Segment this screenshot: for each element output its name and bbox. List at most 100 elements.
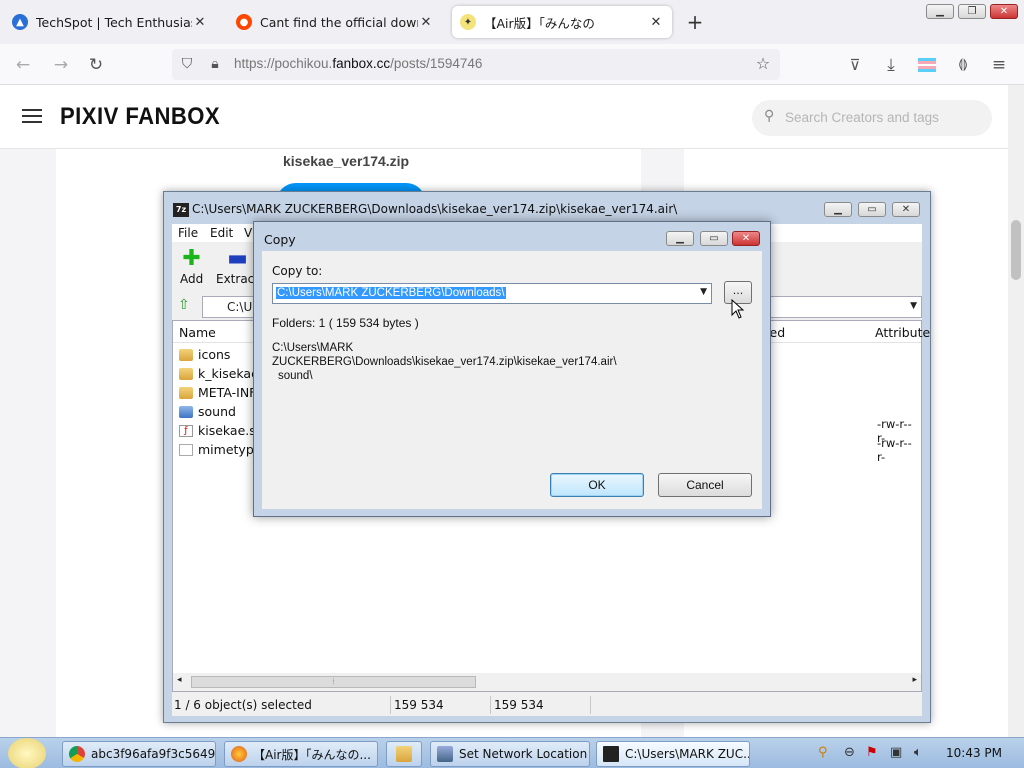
- file-name: META-INF: [198, 385, 257, 400]
- hamburger-menu-icon[interactable]: [22, 109, 42, 125]
- scrollbar-thumb[interactable]: ⦙: [191, 676, 476, 688]
- clock[interactable]: 10:43 PM: [946, 746, 1002, 760]
- close-button[interactable]: ✕: [732, 231, 760, 246]
- ublock-icon[interactable]: ⟬⟭: [952, 54, 974, 76]
- restore-browser-button[interactable]: ❐: [958, 4, 986, 19]
- add-button[interactable]: ✚ Add: [180, 246, 203, 286]
- status-divider: [390, 696, 391, 714]
- up-folder-icon[interactable]: ⇧: [178, 297, 190, 313]
- shield-icon[interactable]: ⛉: [176, 53, 198, 75]
- copy-to-label: Copy to:: [272, 264, 323, 278]
- mouse-cursor-icon: [731, 299, 745, 319]
- search-tray-icon[interactable]: ⚲: [818, 745, 828, 760]
- tab-reddit[interactable]: ● Cant find the official download ✕: [228, 6, 442, 38]
- dialog-title: Copy: [264, 232, 296, 247]
- pocket-icon[interactable]: ⊽: [844, 54, 866, 76]
- close-tab-icon[interactable]: ✕: [648, 15, 664, 30]
- source-path: C:\Users\MARK ZUCKERBERG\Downloads\kisek…: [272, 341, 692, 383]
- browser-tab-strip: ▲ TechSpot | Tech Enthusiasts, Po ✕ ● Ca…: [0, 0, 1024, 44]
- lock-icon[interactable]: 🔒︎: [204, 53, 226, 75]
- search-placeholder: Search Creators and tags: [785, 110, 939, 125]
- maximize-button[interactable]: ▭: [700, 231, 728, 246]
- 7zip-icon: 7z: [173, 203, 189, 217]
- start-button[interactable]: [8, 738, 46, 768]
- tab-fanbox[interactable]: ✦ 【Air版】「みんなの ✕: [452, 6, 672, 38]
- status-packed: 159 534: [494, 698, 544, 712]
- menu-file[interactable]: File: [178, 226, 198, 240]
- url-bar[interactable]: ⛉ 🔒︎ https://pochikou.fanbox.cc/posts/15…: [172, 49, 780, 80]
- tab-techspot[interactable]: ▲ TechSpot | Tech Enthusiasts, Po ✕: [4, 6, 216, 38]
- status-divider: [490, 696, 491, 714]
- chevron-down-icon[interactable]: ▼: [910, 301, 917, 311]
- close-tab-icon[interactable]: ✕: [192, 15, 208, 30]
- folder-icon: [179, 367, 193, 380]
- tab-title: TechSpot | Tech Enthusiasts, Po: [36, 14, 192, 30]
- column-name[interactable]: Name: [179, 325, 216, 340]
- horizontal-scrollbar[interactable]: ◂ ⦙ ▸: [173, 673, 921, 691]
- tab-title: 【Air版】「みんなの: [484, 15, 595, 31]
- back-icon[interactable]: ←: [12, 54, 34, 76]
- url-text[interactable]: https://pochikou.fanbox.cc/posts/1594746: [234, 56, 482, 71]
- new-tab-button[interactable]: +: [684, 12, 706, 34]
- download-icon[interactable]: ⤓: [880, 54, 902, 76]
- search-icon: ⚲: [764, 108, 775, 124]
- maximize-button[interactable]: ▭: [858, 202, 886, 217]
- file-name: sound: [198, 404, 236, 419]
- copy-to-combobox[interactable]: C:\Users\MARK ZUCKERBERG\Downloads\ ▼: [272, 283, 712, 304]
- taskbar-item-7zip[interactable]: C:\Users\MARK ZUC...: [596, 741, 750, 767]
- page-scrollbar[interactable]: [1008, 85, 1024, 737]
- close-browser-button[interactable]: ✕: [990, 4, 1018, 19]
- menu-view[interactable]: V: [244, 226, 252, 240]
- folder-icon: [179, 405, 193, 418]
- taskbar-item-label: Set Network Location: [459, 747, 588, 761]
- explorer-icon: [396, 746, 412, 762]
- fanbox-header: PIXIV FANBOX ⚲ Search Creators and tags: [0, 85, 1008, 149]
- file-name: mimetype: [198, 442, 262, 457]
- scroll-left-icon[interactable]: ◂: [177, 675, 182, 685]
- minimize-button[interactable]: ▁: [666, 231, 694, 246]
- cancel-button[interactable]: Cancel: [658, 473, 752, 497]
- browser-nav-bar: ← → ↻ ⛉ 🔒︎ https://pochikou.fanbox.cc/po…: [0, 44, 1024, 85]
- menu-icon[interactable]: ≡: [988, 54, 1010, 76]
- close-tab-icon[interactable]: ✕: [418, 15, 434, 30]
- tab-title: Cant find the official download: [260, 14, 418, 30]
- folders-info: Folders: 1 ( 159 534 bytes ): [272, 316, 419, 330]
- copy-dialog: Copy ▁ ▭ ✕ Copy to: C:\Users\MARK ZUCKER…: [253, 221, 771, 517]
- firefox-icon: [231, 746, 247, 762]
- fanbox-logo[interactable]: PIXIV FANBOX: [60, 103, 220, 131]
- column-attributes[interactable]: Attribute: [875, 325, 930, 340]
- search-input[interactable]: ⚲ Search Creators and tags: [752, 100, 992, 136]
- extension-icon[interactable]: [916, 54, 938, 76]
- ok-button[interactable]: OK: [550, 473, 644, 497]
- source-path-line: sound\: [278, 370, 313, 382]
- reload-icon[interactable]: ↻: [85, 54, 107, 76]
- status-size: 159 534: [394, 698, 444, 712]
- taskbar-item-firefox[interactable]: 【Air版】「みんなの...: [224, 741, 378, 767]
- taskbar-item-label: C:\Users\MARK ZUC...: [625, 747, 750, 761]
- taskbar-item-explorer[interactable]: [386, 741, 422, 767]
- reddit-icon: ●: [236, 14, 252, 30]
- 7zip-icon: [603, 746, 619, 762]
- scroll-right-icon[interactable]: ▸: [912, 675, 917, 685]
- address-text: C:\U: [227, 300, 253, 314]
- close-button[interactable]: ✕: [892, 202, 920, 217]
- minimize-button[interactable]: ▁: [824, 202, 852, 217]
- status-bar: 1 / 6 object(s) selected 159 534 159 534: [172, 694, 922, 716]
- volume-icon[interactable]: 🔈︎: [914, 745, 922, 760]
- menu-edit[interactable]: Edit: [210, 226, 233, 240]
- minimize-browser-button[interactable]: ▁: [926, 4, 954, 19]
- chevron-down-icon[interactable]: ▼: [700, 287, 707, 297]
- taskbar-item-network[interactable]: Set Network Location: [430, 741, 590, 767]
- folder-icon: [179, 386, 193, 399]
- forward-icon[interactable]: →: [50, 54, 72, 76]
- network-tray-icon[interactable]: ▣: [890, 745, 902, 760]
- sync-tray-icon[interactable]: ⊖: [844, 745, 855, 760]
- techspot-icon: ▲: [12, 14, 28, 30]
- scrollbar-thumb[interactable]: [1011, 220, 1021, 280]
- bookmark-star-icon[interactable]: ☆: [752, 53, 774, 75]
- copy-to-value[interactable]: C:\Users\MARK ZUCKERBERG\Downloads\: [276, 287, 506, 299]
- taskbar-item-label: 【Air版】「みんなの...: [253, 747, 371, 762]
- chrome-icon: [69, 746, 85, 762]
- taskbar-item-chrome[interactable]: abc3f96afa9f3c56497...: [62, 741, 216, 767]
- action-center-icon[interactable]: ⚑: [866, 745, 878, 760]
